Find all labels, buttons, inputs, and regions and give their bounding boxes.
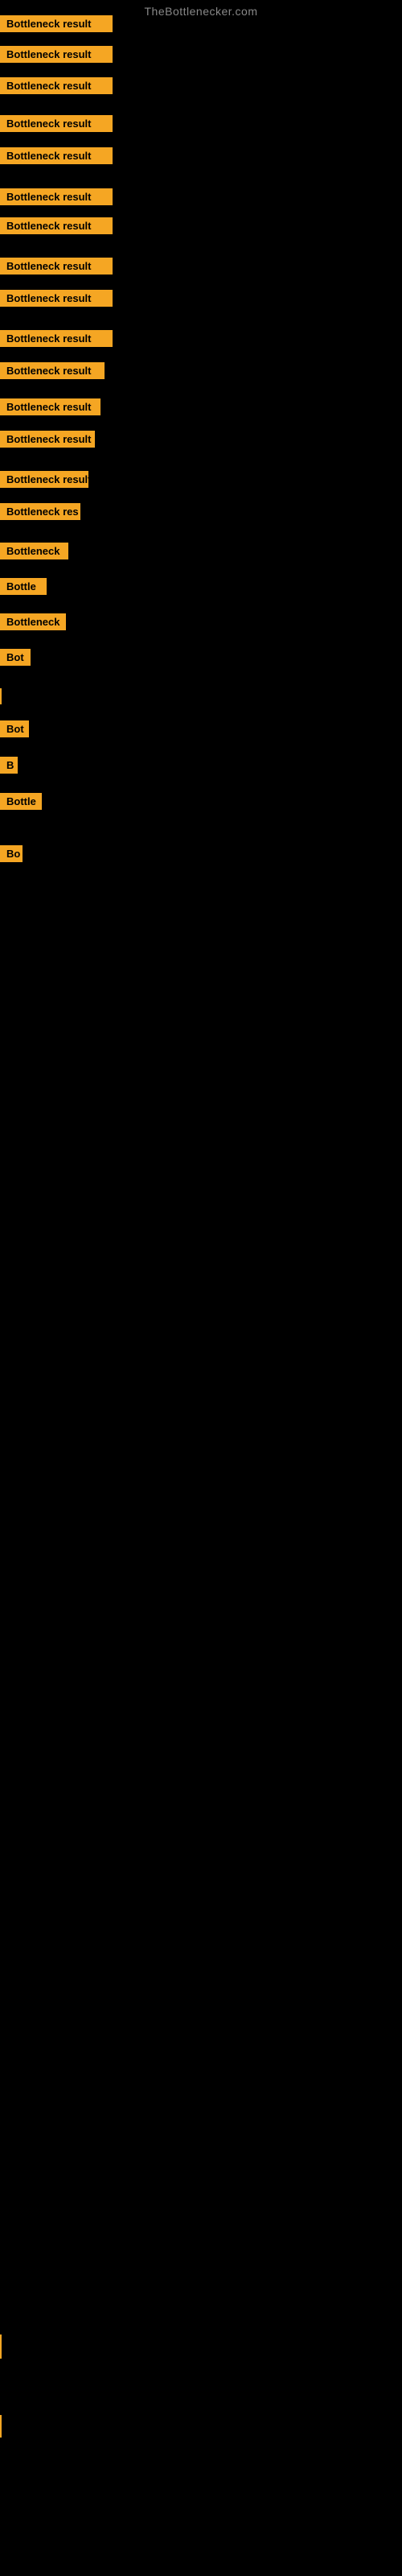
bottleneck-badge-9: Bottleneck result — [0, 330, 113, 351]
bottleneck-badge-10: Bottleneck result — [0, 362, 105, 383]
bottleneck-badge-3: Bottleneck result — [0, 115, 113, 136]
bottleneck-badge-12: Bottleneck result — [0, 431, 95, 452]
bottleneck-badge-16: Bottle — [0, 578, 47, 599]
bottleneck-badge-7: Bottleneck result — [0, 258, 113, 279]
bottleneck-badge-8: Bottleneck result — [0, 290, 113, 311]
bottleneck-badge-2: Bottleneck result — [0, 77, 113, 98]
bottleneck-badge-20: Bot — [0, 720, 29, 741]
bottleneck-badge-13: Bottleneck result — [0, 471, 88, 492]
bottleneck-badge-15: Bottleneck — [0, 543, 68, 564]
bottleneck-badge-5: Bottleneck result — [0, 188, 113, 209]
bottleneck-badge-0: Bottleneck result — [0, 15, 113, 36]
bottleneck-badge-22: Bottle — [0, 793, 42, 814]
bottom-line-0 — [0, 2334, 2, 2359]
bottleneck-badge-23: Bo — [0, 845, 23, 866]
bottleneck-badge-18: Bot — [0, 649, 31, 670]
bottleneck-line-19 — [0, 688, 2, 704]
bottom-line-1 — [0, 2415, 2, 2438]
bottleneck-badge-14: Bottleneck res — [0, 503, 80, 524]
bottleneck-badge-1: Bottleneck result — [0, 46, 113, 67]
bottleneck-badge-21: B — [0, 757, 18, 778]
bottleneck-badge-6: Bottleneck result — [0, 217, 113, 238]
bottleneck-badge-4: Bottleneck result — [0, 147, 113, 168]
bottleneck-badge-17: Bottleneck — [0, 613, 66, 634]
bottleneck-badge-11: Bottleneck result — [0, 398, 100, 419]
